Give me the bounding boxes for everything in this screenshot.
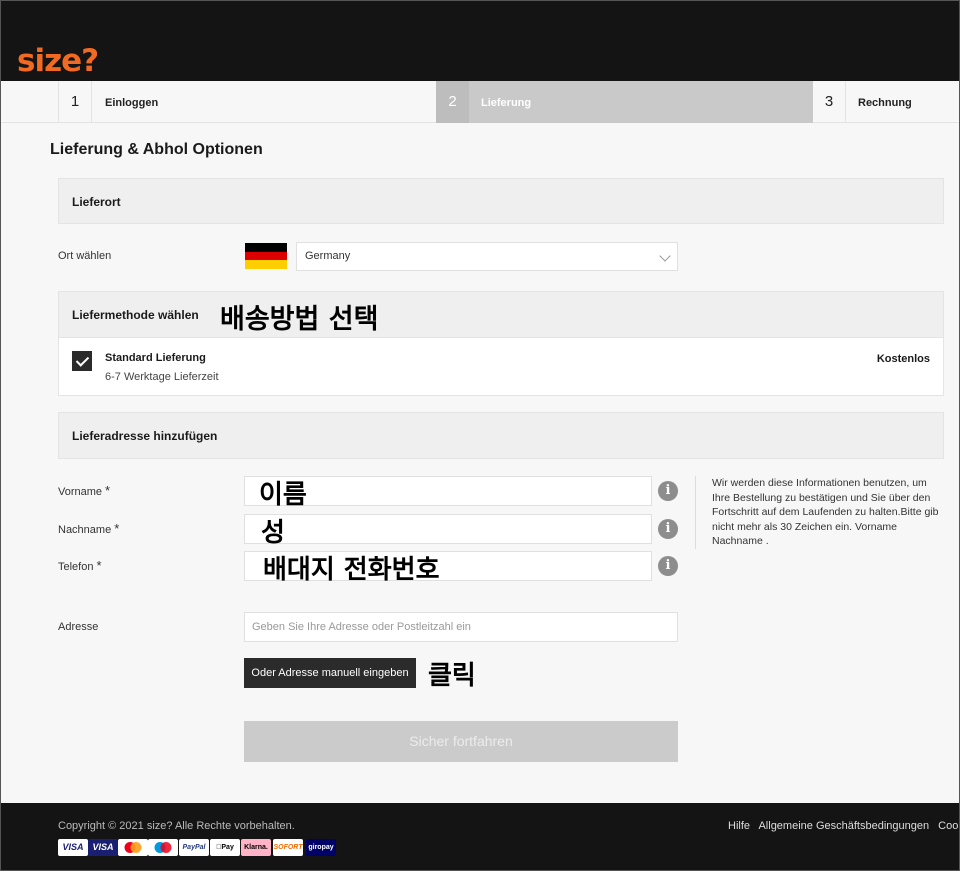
- required-asterisk: *: [96, 558, 102, 573]
- checkbox-checked-icon[interactable]: [72, 351, 92, 371]
- step-number: 2: [436, 81, 469, 123]
- step-number: 3: [813, 81, 846, 123]
- paypal-icon: PayPal: [179, 839, 209, 856]
- address-label: Adresse: [58, 621, 99, 633]
- footer-link-cookies[interactable]: Cook: [938, 820, 959, 832]
- manual-address-button[interactable]: Oder Adresse manuell eingeben: [244, 658, 416, 688]
- flag-stripe: [245, 243, 287, 252]
- country-label: Ort wählen: [58, 250, 112, 262]
- phone-label: Telefon *: [58, 558, 102, 573]
- chevron-down-icon: [659, 250, 671, 262]
- visa-icon: VISA: [58, 839, 88, 856]
- annotation-phone: 배대지 전화번호: [263, 555, 440, 585]
- section-heading-lieferadresse: Lieferadresse hinzufügen: [58, 412, 944, 459]
- last-name-input[interactable]: [244, 514, 652, 544]
- flag-stripe: [245, 260, 287, 269]
- klarna-icon: Klarna.: [241, 839, 271, 856]
- germany-flag-icon: [245, 243, 287, 269]
- step-label: Rechnung: [858, 97, 912, 109]
- step-label: Einloggen: [105, 97, 159, 109]
- delivery-option-standard[interactable]: Standard Lieferung 6-7 Werktage Lieferze…: [58, 338, 944, 396]
- delivery-option-price: Kostenlos: [876, 353, 930, 365]
- delivery-option-name: Standard Lieferung: [105, 352, 206, 364]
- section-heading-liefermethode: Liefermethode wählen: [58, 291, 944, 338]
- footer-link-terms[interactable]: Allgemeine Geschäftsbedingungen: [758, 820, 929, 832]
- required-asterisk: *: [114, 521, 120, 536]
- info-icon[interactable]: i: [658, 481, 678, 501]
- section-heading-lieferort: Lieferort: [58, 178, 944, 224]
- step-rechnung: 3 Rechnung: [813, 81, 959, 123]
- country-select[interactable]: Germany: [296, 242, 678, 271]
- apple-pay-icon: Pay: [210, 839, 240, 856]
- annotation-first-name: 이름: [259, 480, 307, 510]
- annotation-click: 클릭: [428, 661, 476, 691]
- flag-stripe: [245, 251, 287, 261]
- step-einloggen[interactable]: 1 Einloggen: [58, 81, 436, 123]
- mastercard-icon: [118, 839, 148, 856]
- checkout-steps: 1 Einloggen 2 Lieferung 3 Rechnung: [1, 81, 959, 123]
- annotation-delivery-method: 배송방법 선택: [220, 304, 379, 335]
- maestro-icon: [154, 842, 172, 853]
- maestro-icon: [148, 839, 178, 856]
- page-title: Lieferung & Abhol Optionen: [50, 141, 263, 158]
- mastercard-icon: [124, 842, 142, 853]
- info-icon[interactable]: i: [658, 519, 678, 539]
- address-search-input[interactable]: Geben Sie Ihre Adresse oder Postleitzahl…: [244, 612, 678, 642]
- step-number: 1: [59, 81, 92, 123]
- first-name-label: Vorname *: [58, 483, 111, 498]
- country-value: Germany: [305, 250, 351, 262]
- giropay-icon: giropay: [306, 839, 336, 856]
- footer: Copyright © 2021 size? Alle Rechte vorbe…: [1, 803, 959, 870]
- info-icon[interactable]: i: [658, 556, 678, 576]
- header-bar: size?: [1, 1, 959, 81]
- visa-icon: VISA: [88, 839, 118, 856]
- info-note: Wir werden diese Informationen benutzen,…: [695, 476, 947, 549]
- step-label: Lieferung: [481, 97, 532, 109]
- annotation-last-name: 성: [261, 518, 285, 548]
- footer-links: Hilfe Allgemeine Geschäftsbedingungen Co…: [728, 820, 959, 832]
- size-logo[interactable]: size?: [17, 43, 99, 79]
- last-name-label: Nachname *: [58, 521, 120, 536]
- checkout-page: size? 1 Einloggen 2 Lieferung 3 Rechnung…: [0, 0, 960, 871]
- sofort-icon: SOFORT: [273, 839, 303, 856]
- continue-button[interactable]: Sicher fortfahren: [244, 721, 678, 762]
- copyright-text: Copyright © 2021 size? Alle Rechte vorbe…: [58, 820, 295, 832]
- required-asterisk: *: [105, 483, 111, 498]
- footer-link-help[interactable]: Hilfe: [728, 820, 750, 832]
- step-lieferung: 2 Lieferung: [436, 81, 813, 123]
- delivery-option-time: 6-7 Werktage Lieferzeit: [105, 371, 219, 383]
